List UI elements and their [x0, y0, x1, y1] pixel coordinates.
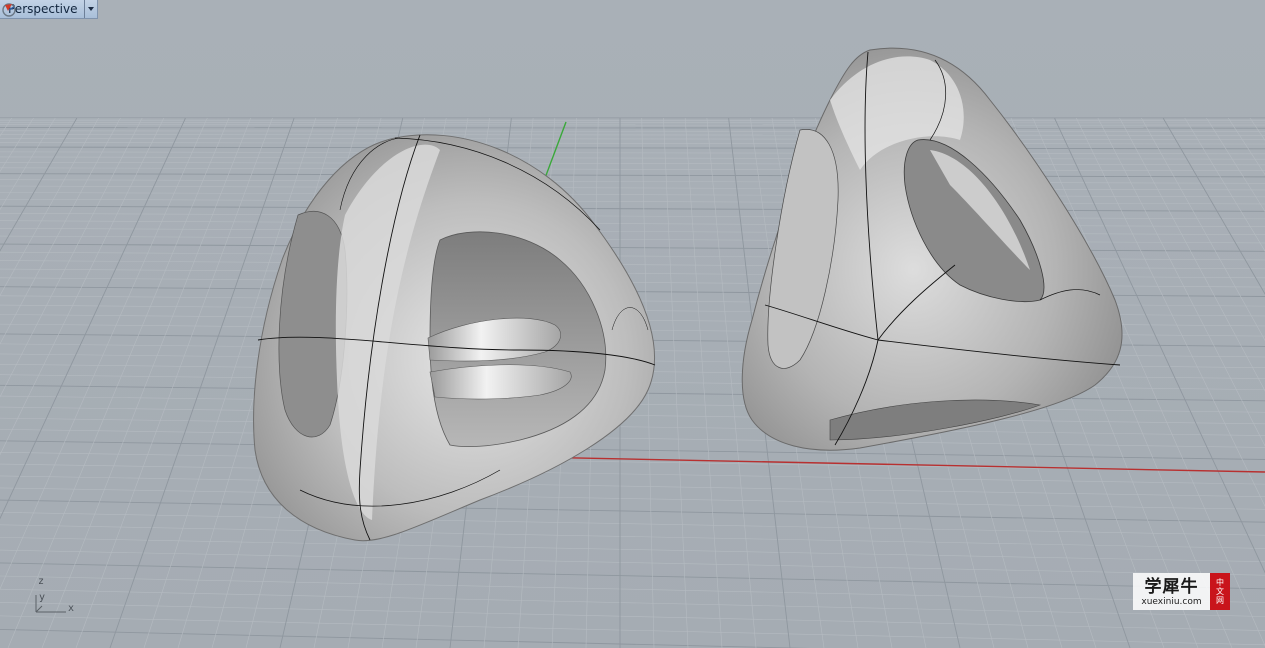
watermark-logo: 学犀牛 xuexiniu.com 中 文 网 — [1133, 573, 1230, 610]
z-axis-label: z — [38, 576, 45, 587]
grid-line — [0, 127, 1265, 129]
rotate-view-icon[interactable] — [0, 0, 18, 18]
watermark-chinese: 学犀牛 — [1144, 576, 1199, 597]
perspective-viewport[interactable]: Perspective z y x 学犀牛 xuexiniu.com 中 文 网 — [0, 0, 1265, 648]
3d-scene[interactable] — [0, 0, 1265, 648]
watermark-badge: 中 文 网 — [1210, 573, 1230, 610]
y-axis-label: y — [39, 592, 46, 603]
watermark-badge-char: 中 — [1216, 578, 1224, 587]
x-axis-label: x — [68, 603, 75, 614]
watermark-badge-char: 网 — [1216, 596, 1224, 605]
watermark-url: xuexiniu.com — [1141, 596, 1202, 607]
watermark-text: 学犀牛 xuexiniu.com — [1133, 573, 1210, 610]
watermark-badge-char: 文 — [1216, 587, 1224, 596]
dropdown-arrow-icon[interactable] — [83, 0, 97, 18]
